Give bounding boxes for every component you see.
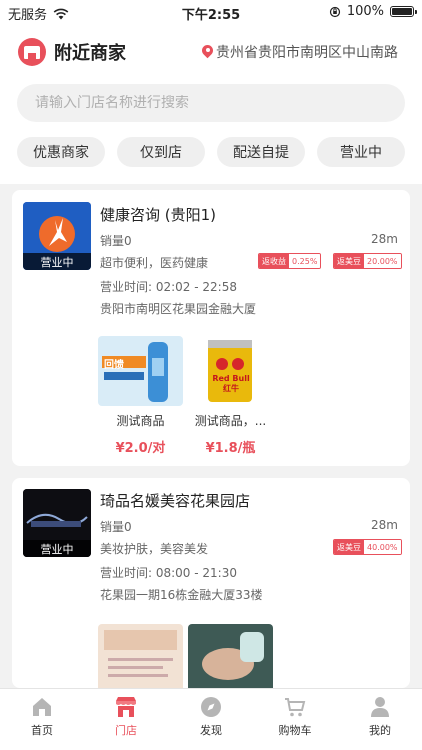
tab-label: 发现 <box>200 724 222 737</box>
orientation-lock-icon <box>329 6 340 17</box>
store-card[interactable]: 营业中 健康咨询 (贵阳1) 销量0 28m 超市便利，医药健康 返收益 0.2… <box>12 190 410 466</box>
badge-label: 返收益 <box>259 254 289 268</box>
store-categories: 超市便利，医药健康 <box>100 256 209 270</box>
store-thumbnail: 营业中 <box>23 489 91 557</box>
shop-logo-icon <box>18 38 46 66</box>
product-name: 测试商品，... <box>194 414 267 428</box>
status-bar: 无服务 下午2:55 100% <box>0 0 422 24</box>
badge-value: 0.25% <box>289 254 321 268</box>
tab-store[interactable]: 门店 <box>96 695 156 738</box>
store-hours: 营业时间: 08:00 - 21:30 <box>100 566 237 580</box>
tab-home[interactable]: 首页 <box>12 695 72 738</box>
compass-icon <box>201 697 221 717</box>
product-name: 测试商品 <box>116 414 165 428</box>
filter-delivery-pickup[interactable]: 配送自提 <box>217 137 305 167</box>
product-item[interactable] <box>98 624 183 694</box>
tab-label: 我的 <box>369 724 391 737</box>
rebate-badge: 返美豆 20.00% <box>333 253 402 269</box>
product-image-text: Red Bull 红牛 <box>212 374 250 393</box>
store-address: 花果园一期16栋金融大厦33楼 <box>100 588 263 602</box>
badge-value: 40.00% <box>364 540 401 554</box>
store-name: 琦品名媛美容花果园店 <box>100 492 251 510</box>
tab-discover[interactable]: 发现 <box>181 695 241 738</box>
store-icon <box>116 697 136 717</box>
product-image <box>98 624 183 694</box>
tab-cart[interactable]: 购物车 <box>265 695 325 738</box>
user-icon <box>371 697 389 717</box>
filter-open-now[interactable]: 营业中 <box>317 137 405 167</box>
store-hours: 营业时间: 02:02 - 22:58 <box>100 280 237 294</box>
product-price: ¥2.0/对 <box>115 441 166 456</box>
search-input[interactable] <box>35 95 405 111</box>
badge-label: 返美豆 <box>334 254 364 268</box>
product-image-text: 回馈 <box>104 360 124 371</box>
tab-label: 首页 <box>31 724 53 737</box>
store-thumbnail: 营业中 <box>23 202 91 270</box>
location-selector[interactable]: 贵州省贵阳市南明区中山南路 <box>202 42 408 62</box>
store-sales: 销量0 <box>100 520 132 534</box>
bottom-tab-bar: 首页 门店 发现 购物车 我的 <box>0 688 422 750</box>
search-bar[interactable] <box>17 84 405 122</box>
store-status-label: 营业中 <box>23 253 91 270</box>
home-icon <box>33 698 51 716</box>
product-image <box>188 624 273 694</box>
page-title: 附近商家 <box>54 43 126 64</box>
store-sales: 销量0 <box>100 234 132 248</box>
cart-icon <box>285 698 306 717</box>
location-text: 贵州省贵阳市南明区中山南路 <box>216 45 398 61</box>
tab-label: 门店 <box>115 724 137 737</box>
store-distance: 28m <box>371 518 398 532</box>
store-name: 健康咨询 (贵阳1) <box>100 206 217 224</box>
product-image: Red Bull 红牛 <box>188 336 273 406</box>
tab-me[interactable]: 我的 <box>350 695 410 738</box>
rebate-badge: 返美豆 40.00% <box>333 539 402 555</box>
location-pin-icon <box>202 45 213 59</box>
badge-label: 返美豆 <box>334 540 364 554</box>
store-card[interactable]: 营业中 琦品名媛美容花果园店 销量0 28m 美妆护肤，美容美发 返美豆 40.… <box>12 478 410 694</box>
product-price: ¥1.8/瓶 <box>205 441 256 456</box>
rebate-badge: 返收益 0.25% <box>258 253 322 269</box>
battery-percent: 100% <box>346 4 384 19</box>
store-distance: 28m <box>371 232 398 246</box>
store-categories: 美妆护肤，美容美发 <box>100 542 209 556</box>
filter-discount-stores[interactable]: 优惠商家 <box>17 137 105 167</box>
header: 附近商家 贵州省贵阳市南明区中山南路 优惠商家 仅到店 配送自提 营业中 <box>0 24 422 184</box>
product-item[interactable]: 回馈 测试商品 ¥2.0/对 <box>98 336 183 456</box>
product-image: 回馈 <box>98 336 183 406</box>
product-item[interactable]: Red Bull 红牛 测试商品，... ¥1.8/瓶 <box>188 336 273 456</box>
battery-icon <box>390 6 417 17</box>
store-status-label: 营业中 <box>23 540 91 557</box>
filter-in-store-only[interactable]: 仅到店 <box>117 137 205 167</box>
product-item[interactable] <box>188 624 273 694</box>
badge-value: 20.00% <box>364 254 401 268</box>
tab-label: 购物车 <box>278 724 312 737</box>
store-address: 贵阳市南明区花果园金融大厦 <box>100 302 257 316</box>
